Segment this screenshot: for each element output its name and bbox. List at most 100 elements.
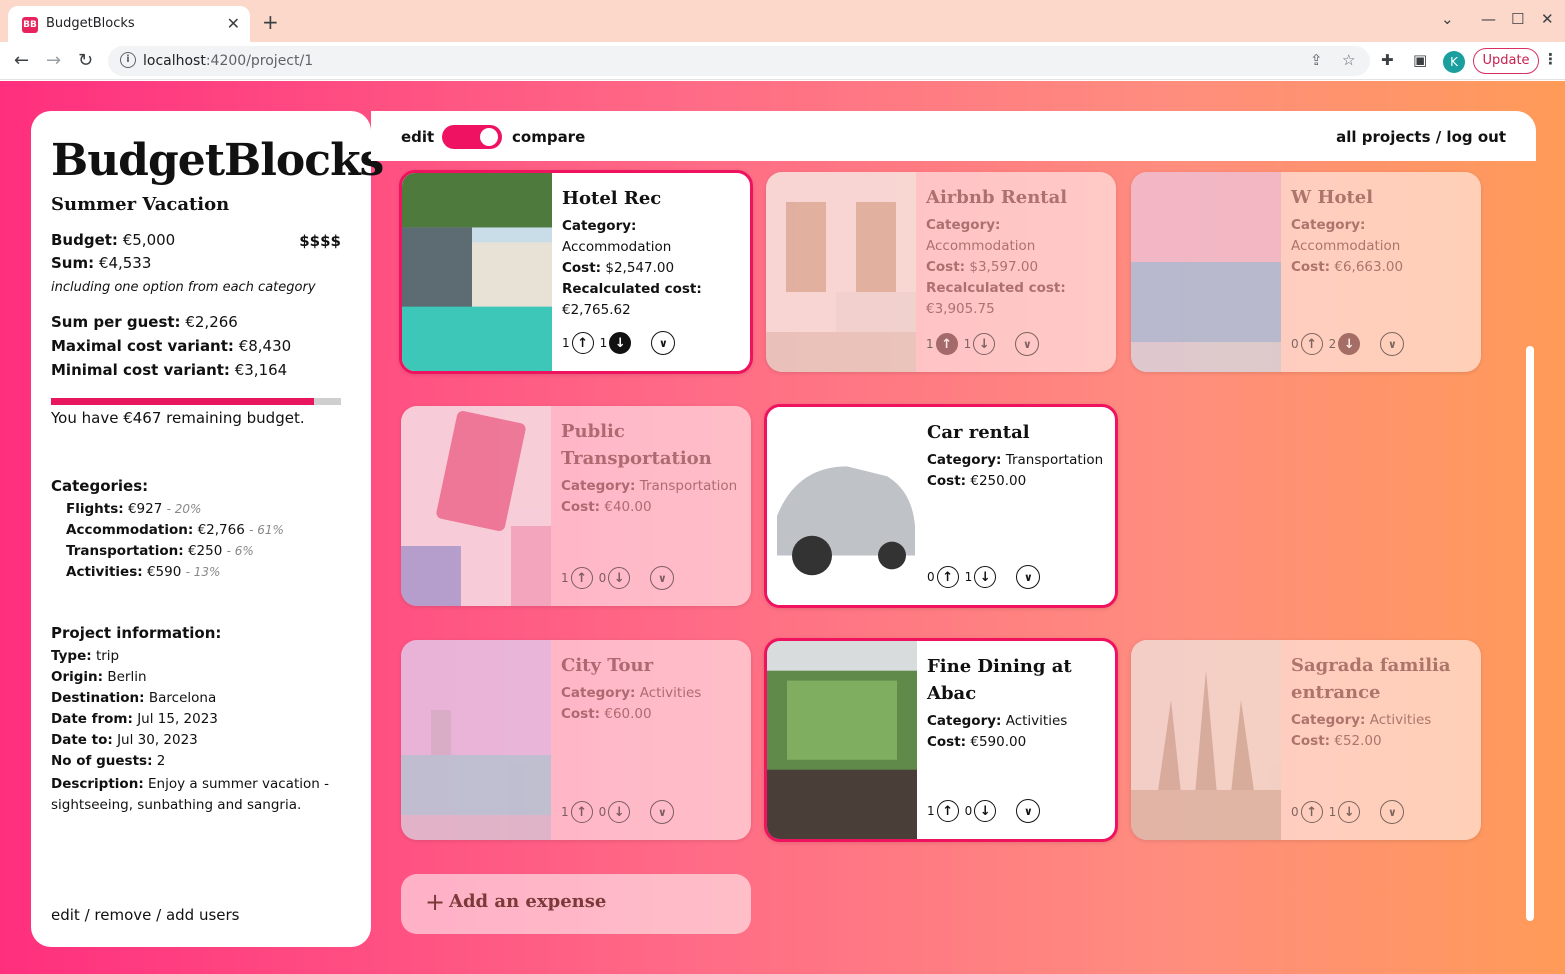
expense-card[interactable]: Public Transportation Category: Transpor… [401,406,751,606]
budget-progress-fill [51,398,315,405]
downvote-icon[interactable]: ↓ [609,332,632,354]
chevron-down-icon[interactable]: ∨ [1380,800,1405,824]
user-management-links[interactable]: edit / remove / add users [51,906,239,924]
bookmark-star-icon[interactable]: ☆ [1342,51,1355,69]
upvote-count: 1 [561,805,569,819]
chevron-down-icon[interactable]: ∨ [1380,332,1405,356]
minimize-icon[interactable]: — [1481,10,1496,28]
expense-card[interactable]: Hotel Rec Category: Accommodation Cost: … [399,170,753,374]
expense-card[interactable]: Airbnb Rental Category: Accommodation Co… [766,172,1116,372]
downvote-count: 1 [599,336,608,350]
upvote-icon[interactable]: ↑ [570,567,593,589]
forward-icon[interactable]: → [46,50,61,71]
downvote-icon[interactable]: ↓ [974,566,997,588]
chevron-down-icon[interactable]: ∨ [650,800,675,824]
chevron-down-icon[interactable]: ∨ [1016,799,1041,823]
card-recalculated-cost: €3,905.75 [926,301,995,317]
chevron-down-icon[interactable]: ∨ [650,566,675,590]
upvote-icon[interactable]: ↑ [936,800,959,822]
expense-card[interactable]: Fine Dining at Abac Category: Activities… [764,638,1118,842]
maximize-icon[interactable]: ☐ [1511,10,1524,28]
add-expense-button[interactable]: + Add an expense [401,874,751,934]
max-cost-row: Maximal cost variant: €8,430 [51,337,292,355]
upvote-icon[interactable]: ↑ [1300,333,1323,355]
upvote-icon[interactable]: ↑ [935,333,958,355]
category-accommodation: Accommodation: €2,766 - 61% [66,522,284,538]
per-guest-row: Sum per guest: €2,266 [51,313,238,331]
upvote-icon[interactable]: ↑ [1300,801,1323,823]
vote-controls: 1 ↑ 1 ↓ ∨ [926,332,1040,356]
downvote-icon[interactable]: ↓ [608,567,631,589]
reload-icon[interactable]: ↻ [78,50,93,71]
downvote-count: 1 [963,337,972,351]
mode-topbar: edit compare all projects / log out [371,111,1536,161]
upvote-icon[interactable]: ↑ [571,332,594,354]
upvote-count: 1 [927,804,935,818]
card-category: Category: Activities [927,713,1068,729]
expense-card[interactable]: City Tour Category: Activities Cost: €60… [401,640,751,840]
car-image [767,407,917,605]
share-icon[interactable]: ⇪ [1310,51,1323,69]
toggle-knob [480,128,498,146]
project-name: Summer Vacation [51,194,230,215]
favicon-icon: BB [22,17,38,33]
categories-title: Categories: [51,477,149,495]
menu-kebab-icon[interactable]: ⋮ [1543,50,1558,68]
downvote-icon[interactable]: ↓ [974,800,997,822]
mode-toggle[interactable] [442,125,502,149]
info-date-from: Date from: Jul 15, 2023 [51,711,218,727]
back-icon[interactable]: ← [14,50,29,71]
expense-card[interactable]: Car rental Category: Transportation Cost… [764,404,1118,608]
vote-controls: 1 ↑ 1 ↓ ∨ [562,331,676,355]
plus-icon: + [425,888,446,916]
address-bar[interactable]: i localhost:4200/project/1 ⇪ ☆ [108,46,1370,76]
airbnb-interior-image [766,172,916,372]
info-destination: Destination: Barcelona [51,690,217,706]
card-cost: Cost: €40.00 [561,499,652,515]
extensions-icon[interactable]: ✚ [1381,51,1394,69]
expense-card[interactable]: Sagrada familia entrance Category: Activ… [1131,640,1481,840]
nav-links[interactable]: all projects / log out [1336,128,1506,146]
vote-controls: 0 ↑ 2 ↓ ∨ [1291,332,1405,356]
browser-tab[interactable]: BB BudgetBlocks ✕ [8,6,250,42]
card-recalculated-cost: €2,765.62 [562,302,631,318]
side-panel-icon[interactable]: ▣ [1413,51,1427,69]
upvote-icon[interactable]: ↑ [936,566,959,588]
edit-mode-label[interactable]: edit [401,128,434,146]
site-info-icon[interactable]: i [120,52,136,68]
downvote-count: 1 [964,570,973,584]
scrollbar[interactable] [1526,346,1534,921]
vote-controls: 0 ↑ 1 ↓ ∨ [927,565,1041,589]
downvote-icon[interactable]: ↓ [1338,801,1361,823]
close-tab-icon[interactable]: ✕ [227,14,240,33]
compare-mode-label[interactable]: compare [512,128,585,146]
close-window-icon[interactable]: ✕ [1541,10,1554,28]
browser-tab-bar: BB BudgetBlocks ✕ + ⌄ — ☐ ✕ [0,0,1565,42]
card-category: Category: Activities [561,685,702,701]
card-title: Sagrada familia entrance [1291,655,1451,703]
downvote-count: 0 [598,571,607,585]
tab-title: BudgetBlocks [46,16,135,31]
downvote-icon[interactable]: ↓ [1338,333,1361,355]
chevron-down-icon[interactable]: ∨ [1016,565,1041,589]
expense-card[interactable]: W Hotel Category: Accommodation Cost: €6… [1131,172,1481,372]
card-cost: Cost: €590.00 [927,734,1027,750]
downvote-icon[interactable]: ↓ [608,801,631,823]
sagrada-familia-image [1131,640,1281,840]
card-title: Fine Dining at Abac [927,656,1072,704]
new-tab-button[interactable]: + [262,10,279,34]
chevron-down-icon[interactable]: ∨ [651,331,676,355]
card-cost: Cost: €6,663.00 [1291,259,1404,275]
upvote-icon[interactable]: ↑ [570,801,593,823]
downvote-count: 2 [1328,337,1337,351]
info-guests: No of guests: 2 [51,753,166,769]
category-flights: Flights: €927 - 20% [66,501,202,517]
profile-avatar[interactable]: K [1443,51,1465,73]
budget-row: Budget: €5,000 [51,231,176,249]
min-cost-row: Minimal cost variant: €3,164 [51,361,288,379]
update-button[interactable]: Update [1473,48,1539,74]
price-level: $$$$ [299,232,341,250]
downvote-icon[interactable]: ↓ [973,333,996,355]
chevron-down-icon[interactable]: ∨ [1015,332,1040,356]
tab-search-icon[interactable]: ⌄ [1441,10,1454,28]
